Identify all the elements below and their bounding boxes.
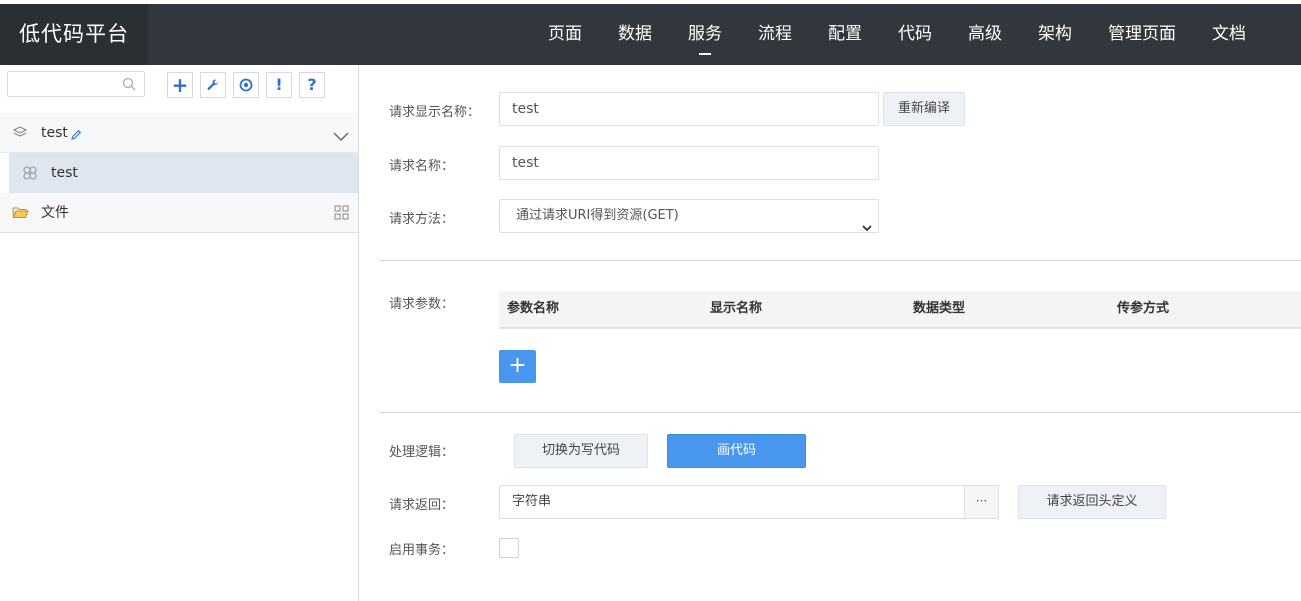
response-header-button[interactable]: 请求返回头定义 [1018, 485, 1166, 519]
sidebar: + ! ? test test 文件 [0, 65, 359, 601]
params-table-header: 参数名称 显示名称 数据类型 传参方式 [499, 291, 1301, 329]
exclamation-icon: ! [275, 75, 283, 94]
folder-open-icon [12, 205, 29, 224]
nav-item-flow[interactable]: 流程 [740, 4, 810, 65]
tree-item-label: test [51, 165, 78, 181]
chevron-down-icon[interactable] [333, 127, 349, 146]
col-data-type: 数据类型 [913, 301, 966, 316]
main-nav: 页面 数据 服务 流程 配置 代码 高级 架构 管理页面 文档 [530, 4, 1264, 65]
request-name-input[interactable]: test [499, 146, 879, 180]
plus-icon: + [508, 353, 527, 378]
target-icon [239, 77, 253, 96]
chevron-down-icon [862, 213, 872, 245]
grid-icon[interactable] [334, 205, 349, 224]
target-button[interactable] [233, 72, 259, 98]
tree-group-label: test [41, 125, 68, 141]
tree-item-test[interactable]: test [9, 153, 358, 193]
search-input[interactable] [12, 73, 124, 97]
alert-button[interactable]: ! [266, 72, 292, 98]
switch-to-code-button[interactable]: 切换为写代码 [514, 434, 648, 468]
plus-icon: + [171, 73, 189, 97]
help-button[interactable]: ? [299, 72, 325, 98]
nav-item-docs[interactable]: 文档 [1194, 4, 1264, 65]
nav-item-advanced[interactable]: 高级 [950, 4, 1020, 65]
question-icon: ? [307, 75, 317, 94]
service-node-icon [22, 165, 38, 185]
return-type-input[interactable]: 字符串 [499, 485, 964, 519]
pencil-icon[interactable] [70, 126, 82, 145]
tools-button[interactable] [200, 72, 226, 98]
search-icon[interactable] [122, 76, 136, 95]
tree-folder-files[interactable]: 文件 [0, 193, 358, 233]
app-logo-title[interactable]: 低代码平台 [0, 4, 148, 65]
top-navbar: 低代码平台 页面 数据 服务 流程 配置 代码 高级 架构 管理页面 文档 [0, 4, 1301, 65]
return-type-field: 字符串 ··· [499, 485, 999, 519]
draw-code-button[interactable]: 画代码 [667, 434, 806, 468]
request-params-label: 请求参数： [389, 297, 455, 312]
recompile-button[interactable]: 重新编译 [883, 92, 965, 126]
section-divider [379, 260, 1301, 261]
display-name-label: 请求显示名称： [389, 105, 481, 120]
transaction-checkbox[interactable] [499, 538, 519, 558]
nav-item-config[interactable]: 配置 [810, 4, 880, 65]
add-param-button[interactable]: + [499, 350, 536, 383]
request-method-select[interactable]: 通过请求URI得到资源(GET) [499, 199, 879, 233]
layers-icon [12, 125, 28, 145]
request-method-label: 请求方法： [389, 212, 455, 227]
nav-item-data[interactable]: 数据 [600, 4, 670, 65]
nav-item-architecture[interactable]: 架构 [1020, 4, 1090, 65]
return-type-more-button[interactable]: ··· [964, 485, 999, 519]
transaction-label: 启用事务： [389, 543, 455, 558]
nav-item-code[interactable]: 代码 [880, 4, 950, 65]
wrench-icon [206, 77, 220, 96]
nav-item-pages[interactable]: 页面 [530, 4, 600, 65]
section-divider [379, 412, 1301, 413]
col-pass-method: 传参方式 [1117, 301, 1170, 316]
search-box [7, 71, 145, 97]
logic-label: 处理逻辑： [389, 445, 455, 460]
service-form: 请求显示名称： test 重新编译 请求名称： test 请求方法： 通过请求U… [359, 65, 1301, 601]
sidebar-toolbar: + ! ? [0, 65, 358, 105]
display-name-input[interactable]: test [499, 92, 879, 126]
request-name-label: 请求名称： [389, 159, 455, 174]
return-label: 请求返回： [389, 498, 455, 513]
add-button[interactable]: + [167, 72, 193, 98]
tree-folder-label: 文件 [41, 205, 69, 221]
col-param-name: 参数名称 [507, 301, 560, 316]
nav-item-services[interactable]: 服务 [670, 4, 740, 65]
tree-group-test[interactable]: test [0, 113, 358, 153]
nav-item-admin-pages[interactable]: 管理页面 [1090, 4, 1194, 65]
col-display-name: 显示名称 [710, 301, 763, 316]
request-method-value: 通过请求URI得到资源(GET) [516, 208, 679, 223]
